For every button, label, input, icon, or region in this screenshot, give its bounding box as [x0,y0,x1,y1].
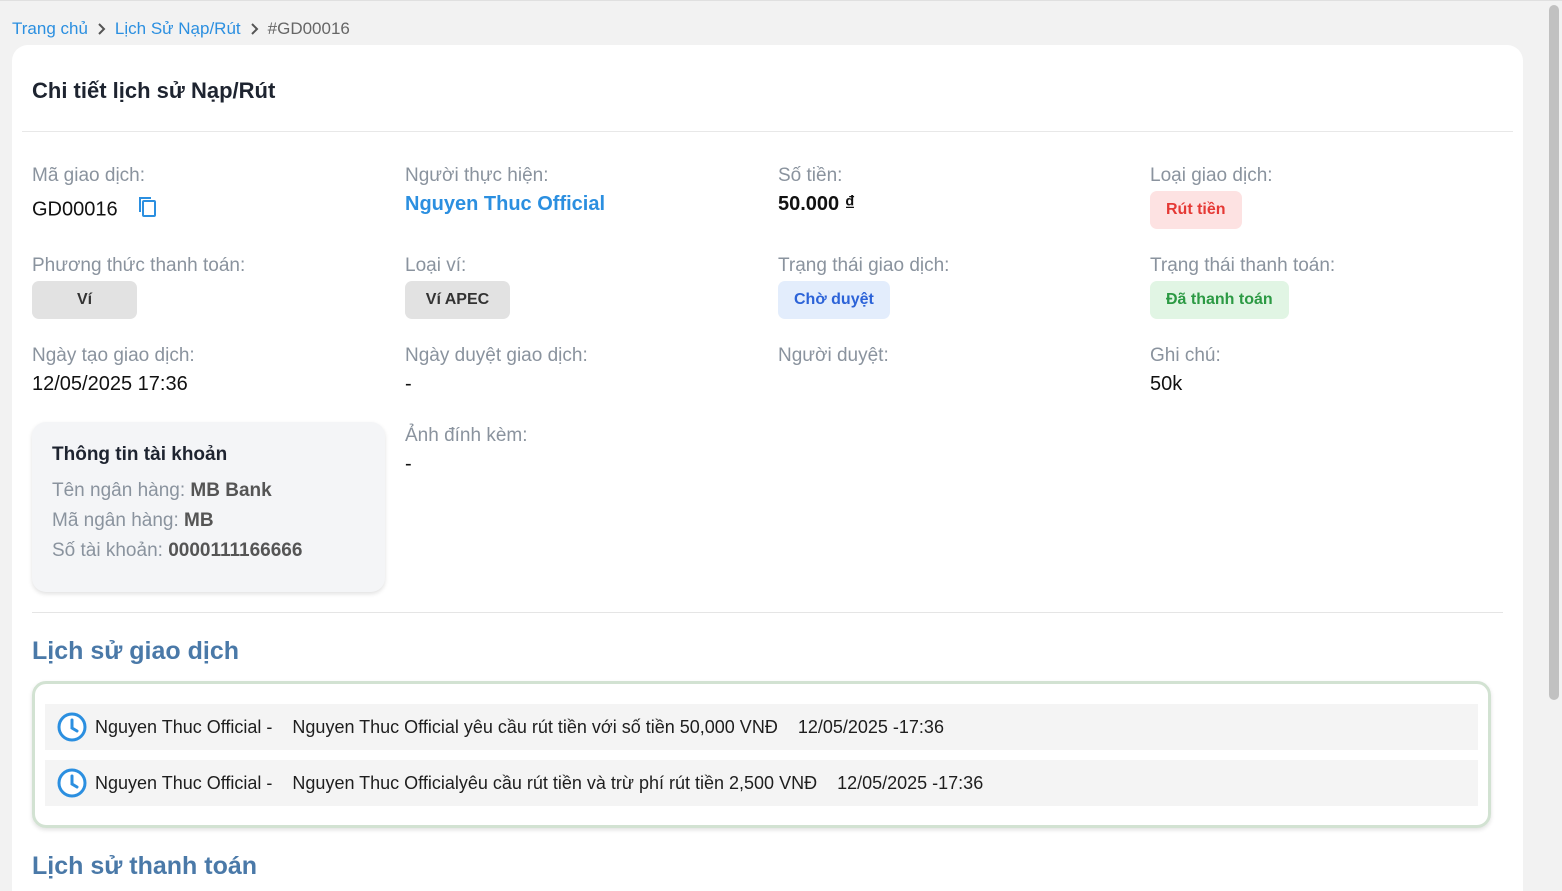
transaction-history-list: Nguyen Thuc Official - Nguyen Thuc Offic… [32,681,1491,828]
field-transaction-code: Mã giao dịch: GD00016 [32,165,159,225]
bank-code-value: MB [184,510,214,531]
bank-name-value: MB Bank [190,480,272,501]
scrollbar-track[interactable] [1546,1,1562,891]
field-label: Mã giao dịch: [32,165,146,186]
account-number-value: 0000111166666 [168,540,303,561]
field-approver: Người duyệt: [778,345,889,373]
transaction-type-badge: Rút tiền [1150,191,1242,229]
breadcrumb-current: #GD00016 [267,19,350,38]
chevron-right-icon [97,22,106,36]
amount-value: 50.000 ₫ [778,193,855,215]
chevron-right-icon [250,22,259,36]
list-item: Nguyen Thuc Official - Nguyen Thuc Offic… [45,760,1478,806]
history-time: 12/05/2025 -17:36 [797,716,944,737]
account-info-box: Thông tin tài khoản Tên ngân hàng: MB Ba… [32,422,385,592]
payment-status-badge: Đã thanh toán [1150,281,1289,319]
transaction-history-title: Lịch sử giao dịch [32,637,240,665]
history-message: Nguyen Thuc Official yêu cầu rút tiền vớ… [292,716,778,737]
attachment-value: - [405,453,412,475]
clock-icon [57,768,87,798]
account-number-row: Số tài khoản: 0000111166666 [52,540,303,561]
field-label: Phương thức thanh toán: [32,255,246,276]
transaction-code-value: GD00016 [32,198,118,221]
field-transaction-status: Trạng thái giao dịch: Chờ duyệt [778,255,949,319]
created-date-value: 12/05/2025 17:36 [32,373,188,395]
history-message: Nguyen Thuc Officialyêu cầu rút tiền và … [292,772,818,793]
field-payment-method: Phương thức thanh toán: Ví [32,255,245,319]
clock-icon [57,712,87,742]
list-item: Nguyen Thuc Official - Nguyen Thuc Offic… [45,704,1478,750]
field-transaction-type: Loại giao dịch: Rút tiền [1150,165,1273,229]
transaction-status-badge: Chờ duyệt [778,281,890,319]
field-label: Người thực hiện: [405,165,549,186]
copy-icon[interactable] [137,195,159,225]
bank-code-row: Mã ngân hàng: MB [52,510,214,531]
field-label: Trạng thái thanh toán: [1150,255,1336,276]
breadcrumb-home-link[interactable]: Trang chủ [12,19,88,39]
history-time: 12/05/2025 -17:36 [837,772,984,793]
page-title: Chi tiết lịch sử Nạp/Rút [32,78,276,103]
field-label: Người duyệt: [778,345,889,366]
performer-link[interactable]: Nguyen Thuc Official [405,193,605,216]
field-label: Loại ví: [405,255,467,276]
field-payment-status: Trạng thái thanh toán: Đã thanh toán [1150,255,1335,319]
payment-method-badge: Ví [32,281,137,319]
field-label: Ảnh đính kèm: [405,425,528,446]
field-attachment: Ảnh đính kèm: - [405,425,528,476]
field-performer: Người thực hiện: Nguyen Thuc Official [405,165,605,216]
detail-card: Chi tiết lịch sử Nạp/Rút Mã giao dịch: G… [12,45,1523,891]
history-actor: Nguyen Thuc Official - [95,772,273,793]
scrollbar-thumb[interactable] [1549,5,1559,700]
note-value: 50k [1150,373,1183,395]
field-created-date: Ngày tạo giao dịch: 12/05/2025 17:36 [32,345,195,396]
divider [22,131,1513,132]
field-label: Ngày tạo giao dịch: [32,345,195,366]
wallet-type-badge: Ví APEC [405,281,510,319]
field-label: Số tiền: [778,165,843,186]
divider [32,612,1503,613]
payment-history-title: Lịch sử thanh toán [32,852,258,880]
field-label: Ngày duyệt giao dịch: [405,345,588,366]
field-note: Ghi chú: 50k [1150,345,1221,396]
approved-date-value: - [405,373,412,395]
field-approved-date: Ngày duyệt giao dịch: - [405,345,588,396]
field-wallet-type: Loại ví: Ví APEC [405,255,510,319]
field-label: Trạng thái giao dịch: [778,255,950,276]
field-label: Loại giao dịch: [1150,165,1273,186]
breadcrumb-history-link[interactable]: Lịch Sử Nạp/Rút [115,19,241,39]
field-amount: Số tiền: 50.000 ₫ [778,165,855,216]
history-actor: Nguyen Thuc Official - [95,716,273,737]
breadcrumb: Trang chủ Lịch Sử Nạp/Rút #GD00016 [12,19,350,39]
bank-name-row: Tên ngân hàng: MB Bank [52,480,272,501]
account-info-title: Thông tin tài khoản [52,444,228,465]
field-label: Ghi chú: [1150,345,1221,366]
